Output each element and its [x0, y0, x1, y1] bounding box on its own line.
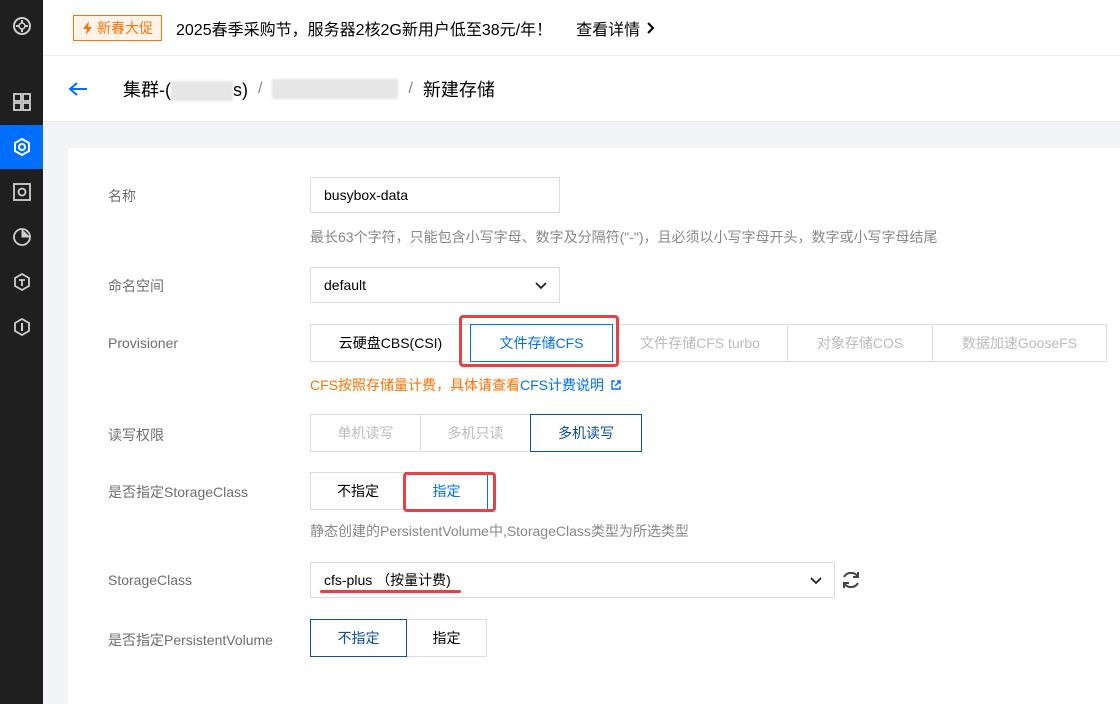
breadcrumb-cluster[interactable]: 集群-( s) [123, 76, 248, 102]
access-selector: 单机读写 多机只读 多机读写 [310, 414, 642, 452]
provisioner-option-goosefs[interactable]: 数据加速GooseFS [932, 324, 1107, 362]
namespace-select[interactable]: default [310, 267, 560, 303]
chevron-down-icon [535, 282, 547, 290]
lightning-icon [83, 20, 92, 35]
template-icon[interactable] [0, 260, 43, 304]
promo-banner: 新春大促 2025春季采购节，服务器2核2G新用户低至38元/年！ 查看详情 [43, 0, 1120, 56]
name-hint: 最长63个字符，只能包含小写字母、数字及分隔符("-")，且必须以小写字母开头，… [310, 229, 938, 245]
access-label: 读写权限 [108, 427, 164, 443]
cluster-icon[interactable] [0, 125, 43, 169]
access-option-multi-ro[interactable]: 多机只读 [420, 414, 531, 452]
create-storage-form: 名称 busybox-data 最长63个字符，只能包含小写字母、数字及分隔符(… [68, 148, 1120, 704]
namespace-select-value: default [324, 277, 367, 293]
promo-tag[interactable]: 新春大促 [73, 14, 162, 41]
arrow-left-icon [68, 81, 87, 96]
specify-pv-option-no[interactable]: 不指定 [310, 619, 407, 657]
dashboard-icon[interactable] [0, 80, 43, 124]
provisioner-option-cos[interactable]: 对象存储COS [787, 324, 933, 362]
breadcrumb: 集群-( s) / / 新建存储 [43, 56, 1120, 122]
specify-pv-label: 是否指定PersistentVolume [108, 632, 273, 648]
image-registry-icon[interactable] [0, 170, 43, 214]
chevron-down-icon [810, 577, 822, 585]
storageclass-select-value: cfs-plus （按量计费) [324, 572, 451, 588]
name-input[interactable]: busybox-data [310, 177, 560, 213]
specify-storageclass-option-yes[interactable]: 指定 [405, 472, 488, 510]
breadcrumb-cluster-prefix: 集群-( [123, 79, 171, 100]
promo-tag-label: 新春大促 [97, 19, 153, 36]
redacted-breadcrumb-item[interactable] [272, 78, 399, 99]
specify-storageclass-option-no[interactable]: 不指定 [310, 472, 406, 510]
provisioner-label: Provisioner [108, 335, 179, 351]
access-option-single-rw[interactable]: 单机读写 [310, 414, 421, 452]
provisioner-option-cbs[interactable]: 云硬盘CBS(CSI) [310, 324, 471, 362]
specify-storageclass-label: 是否指定StorageClass [108, 484, 249, 500]
name-label: 名称 [108, 188, 136, 204]
billing-note-text: CFS按照存储量计费，具体请查看 [310, 377, 520, 393]
specify-storageclass-selector: 不指定 指定 [310, 472, 488, 510]
namespace-label: 命名空间 [108, 278, 164, 294]
provisioner-selector: 云硬盘CBS(CSI) 文件存储CFS 文件存储CFS turbo 对象存储CO… [310, 324, 1107, 362]
refresh-icon[interactable] [840, 569, 862, 591]
redacted-cluster-id [171, 80, 233, 101]
back-button[interactable] [68, 81, 88, 97]
specify-pv-selector: 不指定 指定 [310, 619, 487, 657]
provisioner-option-cfs-turbo[interactable]: 文件存储CFS turbo [612, 324, 788, 362]
breadcrumb-cluster-suffix: s) [233, 79, 248, 100]
storageclass-hint: 静态创建的PersistentVolume中,StorageClass类型为所选… [310, 523, 689, 539]
monitor-chart-icon[interactable] [0, 215, 43, 259]
storageclass-label: StorageClass [108, 572, 193, 588]
billing-note: CFS按照存储量计费，具体请查看CFS计费说明 [310, 375, 622, 395]
access-option-multi-rw[interactable]: 多机读写 [530, 414, 642, 452]
promo-more-label: 查看详情 [576, 21, 641, 39]
breadcrumb-current: 新建存储 [422, 79, 495, 100]
specify-pv-option-yes[interactable]: 指定 [406, 619, 487, 657]
breadcrumb-separator: / [258, 79, 263, 97]
underline-highlight [320, 590, 461, 593]
promo-more-link[interactable]: 查看详情 [576, 16, 656, 40]
provisioner-option-cfs[interactable]: 文件存储CFS [470, 324, 613, 362]
name-input-value: busybox-data [324, 187, 409, 203]
chevron-right-icon [647, 21, 655, 34]
external-link-icon[interactable] [610, 379, 622, 391]
logo-icon[interactable] [0, 4, 43, 48]
left-nav-rail [0, 0, 43, 704]
promo-message: 2025春季采购节，服务器2核2G新用户低至38元/年！ [176, 21, 553, 39]
ops-icon[interactable] [0, 305, 43, 349]
breadcrumb-separator: / [408, 79, 413, 97]
billing-link[interactable]: CFS计费说明 [520, 377, 604, 393]
